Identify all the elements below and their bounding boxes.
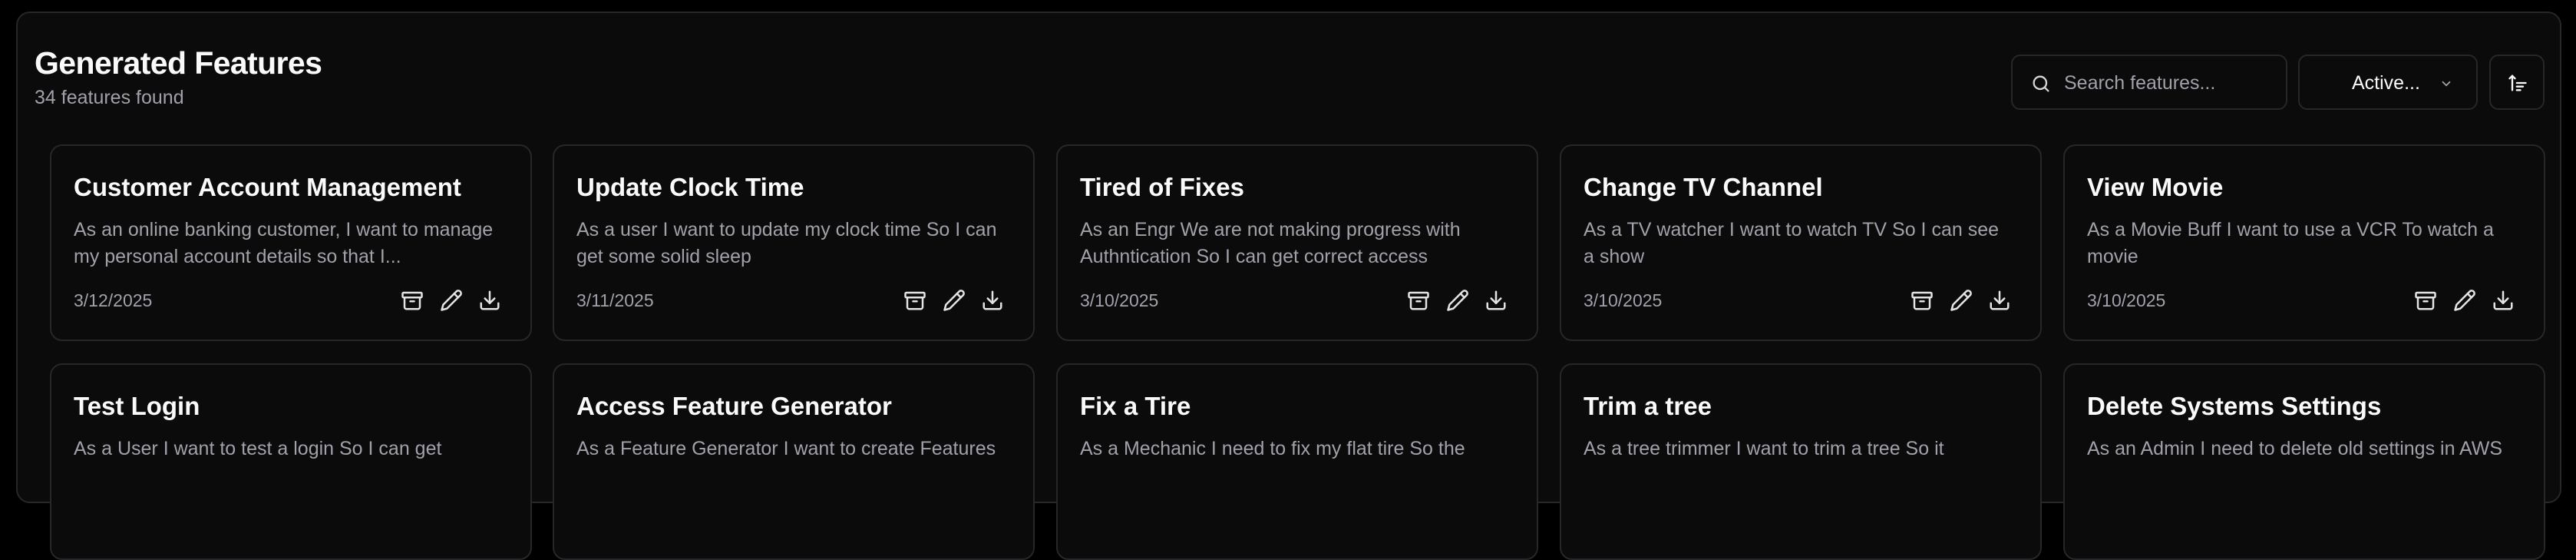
feature-card[interactable]: Access Feature Generator As a Feature Ge… — [553, 363, 1035, 560]
feature-card[interactable]: Test Login As a User I want to test a lo… — [50, 363, 532, 560]
feature-card[interactable]: Fix a Tire As a Mechanic I need to fix m… — [1056, 363, 1538, 560]
feature-title: Delete Systems Settings — [2087, 392, 2382, 420]
pencil-icon[interactable] — [1446, 289, 1469, 312]
feature-description: As a User I want to test a login So I ca… — [74, 438, 442, 459]
download-icon[interactable] — [2492, 289, 2515, 312]
feature-title: Access Feature Generator — [576, 392, 892, 420]
feature-card[interactable]: Customer Account Management As an online… — [50, 144, 532, 341]
feature-description: As a Movie Buff I want to use a VCR To w… — [2087, 219, 2494, 267]
feature-card[interactable]: Update Clock Time As a user I want to up… — [553, 144, 1035, 341]
feature-title: Update Clock Time — [576, 173, 804, 201]
pencil-icon[interactable] — [943, 289, 966, 312]
feature-title: Test Login — [74, 392, 200, 420]
archive-icon[interactable] — [401, 289, 424, 312]
feature-date: 3/11/2025 — [576, 290, 654, 310]
feature-date: 3/10/2025 — [1080, 290, 1159, 310]
feature-description: As a TV watcher I want to watch TV So I … — [1584, 219, 2000, 267]
feature-title: View Movie — [2087, 173, 2224, 201]
archive-icon[interactable] — [1407, 289, 1430, 312]
feature-date: 3/10/2025 — [1584, 290, 1663, 310]
feature-card[interactable]: Trim a tree As a tree trimmer I want to … — [1560, 363, 2042, 560]
download-icon[interactable] — [1485, 289, 1508, 312]
feature-card[interactable]: View Movie As a Movie Buff I want to use… — [2063, 144, 2545, 341]
feature-description: As an Engr We are not making progress wi… — [1080, 219, 1461, 267]
feature-title: Fix a Tire — [1080, 392, 1191, 420]
status-filter-select[interactable]: Active... — [2298, 55, 2478, 110]
feature-card[interactable]: Delete Systems Settings As an Admin I ne… — [2063, 363, 2545, 560]
search-input[interactable] — [2062, 67, 2280, 99]
sort-ascending-icon — [2508, 75, 2527, 91]
feature-card[interactable]: Tired of Fixes As an Engr We are not mak… — [1056, 144, 1538, 341]
archive-icon[interactable] — [1911, 289, 1934, 312]
feature-description: As a Feature Generator I want to create … — [576, 438, 996, 459]
status-filter-value: Active... — [2352, 72, 2420, 94]
features-count: 34 features found — [35, 87, 184, 108]
feature-title: Trim a tree — [1584, 392, 1712, 420]
feature-description: As a Mechanic I need to fix my flat tire… — [1080, 438, 1465, 459]
feature-title: Tired of Fixes — [1080, 173, 1244, 201]
feature-date: 3/10/2025 — [2087, 290, 2166, 310]
archive-icon[interactable] — [2414, 289, 2437, 312]
feature-title: Customer Account Management — [74, 173, 461, 201]
pencil-icon[interactable] — [1950, 289, 1973, 312]
chevron-down-icon — [2442, 81, 2451, 87]
download-icon[interactable] — [1988, 289, 2011, 312]
feature-description: As a tree trimmer I want to trim a tree … — [1584, 438, 1944, 459]
sort-button[interactable] — [2489, 55, 2545, 110]
feature-description: As a user I want to update my clock time… — [576, 219, 997, 267]
download-icon[interactable] — [478, 289, 501, 312]
page-title: Generated Features — [35, 45, 322, 81]
search-icon — [2033, 75, 2049, 92]
download-icon[interactable] — [981, 289, 1004, 312]
feature-description: As an Admin I need to delete old setting… — [2087, 438, 2503, 459]
search-box[interactable] — [2011, 55, 2287, 110]
feature-card[interactable]: Change TV Channel As a TV watcher I want… — [1560, 144, 2042, 341]
pencil-icon[interactable] — [440, 289, 463, 312]
archive-icon[interactable] — [903, 289, 926, 312]
pencil-icon[interactable] — [2453, 289, 2476, 312]
feature-date: 3/12/2025 — [74, 290, 153, 310]
feature-description: As an online banking customer, I want to… — [74, 219, 494, 267]
feature-title: Change TV Channel — [1584, 173, 1823, 201]
